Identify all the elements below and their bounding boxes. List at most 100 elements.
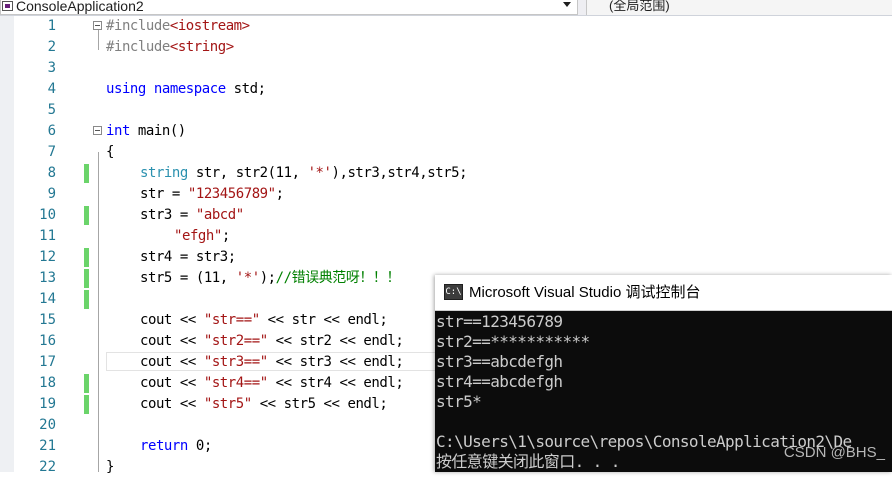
code-text[interactable]: str5 = (11, '*');//错误典范呀！！！	[140, 268, 400, 289]
line-number: 4	[47, 81, 56, 97]
line-number: 9	[47, 186, 56, 202]
line-number: 18	[39, 375, 56, 391]
code-text[interactable]: cout << "str5" << str5 << endl;	[140, 394, 388, 415]
code-token: 0;	[187, 438, 212, 454]
code-line: 1 #include<iostream>	[0, 16, 892, 37]
line-number: 16	[39, 333, 56, 349]
code-token: cout <<	[140, 396, 204, 412]
code-token: << str2 << endl;	[267, 333, 404, 349]
console-line: str==123456789	[436, 312, 563, 331]
line-number: 5	[47, 102, 56, 118]
line-number: 21	[39, 438, 56, 454]
line-number: 19	[39, 396, 56, 412]
console-title: Microsoft Visual Studio 调试控制台	[469, 284, 701, 301]
preprocessor-directive: #include	[106, 39, 170, 55]
code-line: 2 #include<string>	[0, 37, 892, 58]
string-literal: "str4=="	[203, 375, 268, 391]
string-literal: "str2=="	[203, 333, 268, 349]
code-token: << str4 << endl;	[267, 375, 404, 391]
code-text[interactable]: cout << "str3==" << str3 << endl;	[140, 352, 404, 373]
line-number: 3	[47, 60, 56, 76]
string-literal: "123456789"	[187, 186, 276, 202]
code-text[interactable]: cout << "str==" << str << endl;	[140, 310, 388, 331]
line-number: 6	[47, 123, 56, 139]
line-number: 12	[39, 249, 56, 265]
code-token: ;	[221, 228, 230, 244]
string-literal: "str=="	[203, 312, 260, 328]
console-title-bar[interactable]: C:\ Microsoft Visual Studio 调试控制台	[435, 275, 892, 311]
change-marker	[84, 164, 89, 183]
fold-toggle-icon[interactable]	[93, 126, 102, 135]
code-token: cout <<	[140, 312, 204, 328]
change-marker	[84, 206, 89, 225]
code-token: cout <<	[140, 333, 204, 349]
code-text[interactable]: #include<string>	[106, 37, 234, 58]
code-text[interactable]: str3 = "abcd"	[140, 205, 244, 226]
change-marker	[84, 269, 89, 288]
keyword: using	[106, 81, 146, 97]
code-token: );	[259, 270, 276, 286]
type-name: string	[140, 165, 188, 181]
change-marker	[84, 395, 89, 414]
code-text[interactable]: str = "123456789";	[140, 184, 284, 205]
code-text[interactable]: {	[106, 142, 114, 163]
scope-label: (全局范围)	[609, 0, 670, 13]
code-token: str3 =	[140, 207, 196, 223]
code-line: 3	[0, 58, 892, 79]
scope-dropdown[interactable]: (全局范围)	[586, 0, 892, 15]
code-token: ),str3,str4,str5;	[331, 165, 468, 181]
line-number: 20	[39, 417, 56, 433]
code-text[interactable]: cout << "str4==" << str4 << endl;	[140, 373, 404, 394]
code-text[interactable]: str4 = str3;	[140, 247, 236, 268]
code-token: << str3 << endl;	[267, 354, 404, 370]
code-text[interactable]: string str, str2(11, '*'),str3,str4,str5…	[140, 163, 468, 184]
code-token: str =	[140, 186, 188, 202]
console-line: str4==abcdefgh	[436, 372, 563, 391]
string-literal: "abcd"	[195, 207, 244, 223]
code-text[interactable]: cout << "str2==" << str2 << endl;	[140, 331, 404, 352]
code-line: 12 str4 = str3;	[0, 247, 892, 268]
project-icon	[2, 0, 13, 11]
code-line: 5	[0, 100, 892, 121]
code-line: 8 string str, str2(11, '*'),str3,str4,st…	[0, 163, 892, 184]
string-literal: "str5"	[203, 396, 252, 412]
keyword: namespace	[153, 81, 226, 97]
line-number: 17	[39, 354, 56, 370]
code-line: 9 str = "123456789";	[0, 184, 892, 205]
include-header: <string>	[169, 39, 234, 55]
project-dropdown[interactable]: ConsoleApplication2	[0, 0, 578, 15]
debug-console-window[interactable]: C:\ Microsoft Visual Studio 调试控制台 str==1…	[435, 275, 892, 472]
code-text[interactable]: return 0;	[140, 436, 212, 457]
line-number: 13	[39, 270, 56, 286]
code-line: 6 int main()	[0, 121, 892, 142]
console-app-icon: C:\	[444, 284, 463, 300]
navigation-bar: ConsoleApplication2 (全局范围)	[0, 0, 892, 16]
code-text[interactable]: int main()	[106, 121, 186, 142]
line-number: 11	[39, 228, 56, 244]
code-text[interactable]: }	[106, 457, 114, 478]
code-token: << str5 << endl;	[251, 396, 388, 412]
code-text[interactable]: using namespace std;	[106, 79, 266, 100]
include-header: <iostream>	[169, 18, 250, 34]
string-literal: '*'	[235, 270, 260, 286]
change-marker	[84, 290, 89, 309]
line-number: 10	[39, 207, 56, 223]
console-line: 按任意键关闭此窗口. . .	[436, 452, 620, 471]
code-token: cout <<	[140, 354, 204, 370]
line-number: 1	[47, 18, 56, 34]
code-line: 10 str3 = "abcd"	[0, 205, 892, 226]
code-comment: //错误典范呀！！！	[275, 270, 401, 286]
keyword: int	[106, 123, 130, 139]
code-line: 7 {	[0, 142, 892, 163]
chevron-down-icon[interactable]	[563, 2, 571, 7]
line-number: 7	[47, 144, 56, 160]
code-text[interactable]: #include<iostream>	[106, 16, 250, 37]
string-literal: "str3=="	[203, 354, 268, 370]
line-number: 8	[47, 165, 56, 181]
console-line: str5*	[436, 392, 482, 411]
keyword: return	[140, 438, 188, 454]
code-token: str5 = (11,	[140, 270, 236, 286]
code-text[interactable]: "efgh";	[174, 226, 230, 247]
fold-toggle-icon[interactable]	[93, 21, 102, 30]
line-number: 15	[39, 312, 56, 328]
